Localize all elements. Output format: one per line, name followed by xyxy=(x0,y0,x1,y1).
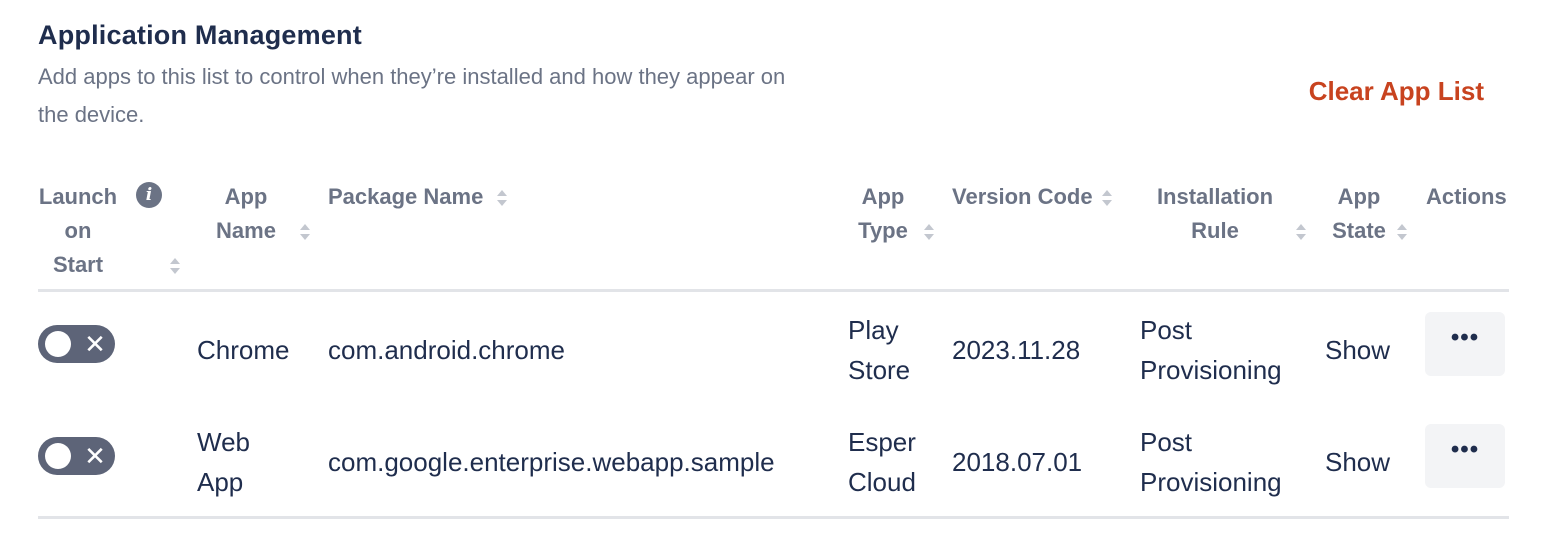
column-header-version-code[interactable]: Version Code xyxy=(952,180,1093,214)
version-code-cell: 2018.07.01 xyxy=(952,447,1083,477)
launch-on-start-toggle[interactable]: ✕ xyxy=(38,437,115,475)
cell-line: Provisioning xyxy=(1140,467,1282,497)
sort-icon[interactable] xyxy=(497,190,507,206)
header-divider xyxy=(38,289,1509,292)
info-icon[interactable]: i xyxy=(136,182,162,208)
table-bottom-divider xyxy=(38,516,1509,519)
column-header-launch-on-start[interactable]: Launch on Start xyxy=(38,180,118,282)
app-state-cell: Show xyxy=(1325,335,1391,365)
version-code-cell: 2023.11.28 xyxy=(952,335,1081,365)
app-name-cell: Chrome xyxy=(197,335,290,365)
header-line: Name xyxy=(216,218,276,243)
cell-line: Web xyxy=(197,427,250,457)
toggle-knob xyxy=(45,331,71,357)
column-header-app-state[interactable]: App State xyxy=(1326,180,1392,248)
header-line: Launch xyxy=(38,184,118,209)
cell-line: Cloud xyxy=(848,467,916,497)
launch-on-start-toggle[interactable]: ✕ xyxy=(38,325,115,363)
header-line: Start xyxy=(52,252,104,277)
app-type-cell: Esper Cloud xyxy=(848,422,916,502)
close-icon: ✕ xyxy=(84,329,106,359)
header-line: State xyxy=(1332,218,1386,243)
column-header-installation-rule[interactable]: Installation Rule xyxy=(1145,180,1285,248)
sort-icon[interactable] xyxy=(170,258,180,274)
package-name-cell: com.android.chrome xyxy=(328,335,565,365)
more-actions-button[interactable]: ••• xyxy=(1425,424,1505,488)
app-name-cell: Web App xyxy=(197,422,250,502)
more-actions-button[interactable]: ••• xyxy=(1425,312,1505,376)
app-state-cell: Show xyxy=(1325,447,1391,477)
header-line: Type xyxy=(858,218,908,243)
sort-icon[interactable] xyxy=(924,224,934,240)
cell-line: App xyxy=(197,467,244,497)
cell-line: Esper xyxy=(848,427,916,457)
cell-line: Post xyxy=(1140,427,1193,457)
sort-icon[interactable] xyxy=(1397,224,1407,240)
cell-line: Store xyxy=(848,355,911,385)
cell-line: Post xyxy=(1140,315,1193,345)
close-icon: ✕ xyxy=(84,441,106,471)
header-line: App xyxy=(1337,184,1381,209)
header-line: Rule xyxy=(1191,218,1239,243)
cell-line: Provisioning xyxy=(1140,355,1282,385)
cell-line: Play xyxy=(848,315,899,345)
page-description: Add apps to this list to control when th… xyxy=(38,64,786,127)
column-header-package-name[interactable]: Package Name xyxy=(328,180,483,214)
header-line: App xyxy=(224,184,268,209)
installation-rule-cell: Post Provisioning xyxy=(1140,422,1282,502)
column-header-app-type[interactable]: App Type xyxy=(848,180,918,248)
toggle-knob xyxy=(45,443,71,469)
column-header-actions: Actions xyxy=(1426,184,1507,209)
header-line: Installation xyxy=(1156,184,1274,209)
header-line: on xyxy=(64,218,92,243)
package-name-cell: com.google.enterprise.webapp.sample xyxy=(328,447,775,477)
sort-icon[interactable] xyxy=(300,224,310,240)
sort-icon[interactable] xyxy=(1102,190,1112,206)
installation-rule-cell: Post Provisioning xyxy=(1140,310,1282,390)
clear-app-list-button[interactable]: Clear App List xyxy=(1309,76,1484,107)
page-title: Application Management xyxy=(38,20,362,50)
sort-icon[interactable] xyxy=(1296,224,1306,240)
header-line: App xyxy=(861,184,905,209)
app-type-cell: Play Store xyxy=(848,310,910,390)
column-header-app-name[interactable]: App Name xyxy=(206,180,286,248)
